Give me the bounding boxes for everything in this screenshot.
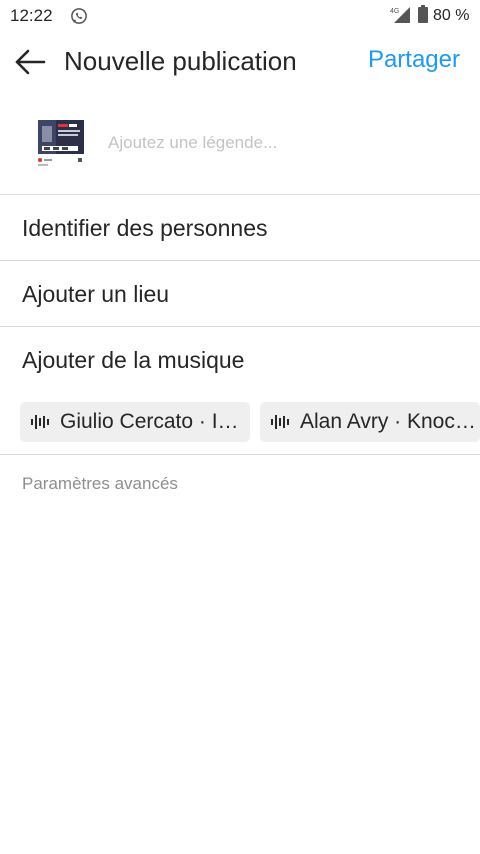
divider	[0, 194, 480, 195]
add-music-item[interactable]: Ajouter de la musique	[0, 328, 480, 392]
add-music-label: Ajouter de la musique	[22, 347, 245, 373]
audio-wave-icon	[271, 415, 289, 429]
status-time: 12:22	[10, 6, 53, 25]
caption-input[interactable]	[108, 128, 448, 158]
music-chip[interactable]: Giulio Cercato · I…	[20, 402, 250, 442]
divider	[0, 454, 480, 455]
music-chip-label: Alan Avry · Knoc…	[300, 410, 476, 433]
network-type-label: 4G	[390, 8, 399, 15]
signal-icon: 4G	[390, 7, 410, 23]
arrow-left-icon[interactable]	[14, 48, 46, 76]
whatsapp-icon	[71, 8, 87, 24]
battery-percent: 80 %	[433, 7, 470, 24]
tag-people-item[interactable]: Identifier des personnes	[0, 196, 480, 260]
caption-row	[0, 110, 480, 194]
advanced-settings-link[interactable]: Paramètres avancés	[22, 474, 178, 494]
add-location-label: Ajouter un lieu	[22, 281, 170, 307]
share-button[interactable]: Partager	[368, 46, 460, 74]
add-location-item[interactable]: Ajouter un lieu	[0, 262, 480, 326]
battery-icon	[418, 5, 428, 23]
audio-wave-icon	[31, 415, 49, 429]
music-suggestions: Giulio Cercato · I… Alan Avry · Knoc…	[20, 402, 480, 442]
music-chip-label: Giulio Cercato · I…	[60, 410, 239, 433]
divider	[0, 326, 480, 327]
status-bar: 12:22 4G 80 %	[0, 0, 480, 32]
post-thumbnail-image	[36, 120, 86, 168]
page-title: Nouvelle publication	[64, 46, 297, 76]
divider	[0, 260, 480, 261]
tag-people-label: Identifier des personnes	[22, 215, 268, 241]
app-header: Nouvelle publication Partager	[0, 36, 480, 88]
post-thumbnail[interactable]	[36, 120, 86, 168]
music-chip[interactable]: Alan Avry · Knoc…	[260, 402, 480, 442]
